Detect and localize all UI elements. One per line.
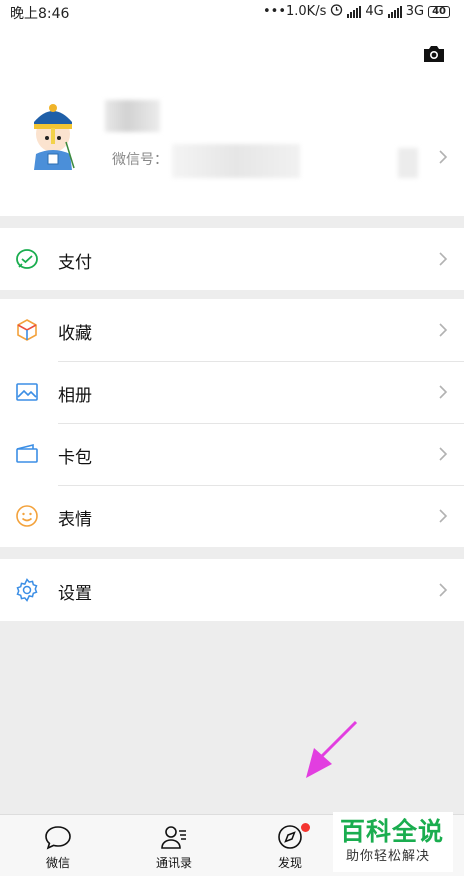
menu-item-pay[interactable]: 支付 xyxy=(0,228,464,290)
status-indicators: •••1.0K/s 4G 3G 40 xyxy=(263,3,450,20)
profile-header[interactable]: 微信号： xyxy=(0,24,464,216)
tab-contacts[interactable]: 通讯录 xyxy=(116,815,232,876)
watermark-logo: 百科全说 助你轻松解决 xyxy=(333,812,453,872)
chevron-right-icon xyxy=(439,252,448,266)
menu-item-favorites[interactable]: 收藏 xyxy=(0,299,464,361)
annotation-arrow-icon xyxy=(306,720,358,778)
menu-label-album: 相册 xyxy=(58,386,92,406)
chevron-right-icon xyxy=(439,509,448,523)
status-time: 晚上8:46 xyxy=(10,6,70,22)
settings-group: 设置 xyxy=(0,559,464,621)
network-speed: •••1.0K/s xyxy=(263,4,327,19)
menu-label-favorites: 收藏 xyxy=(58,324,92,344)
pay-icon xyxy=(15,247,39,271)
pay-group: 支付 xyxy=(0,228,464,290)
menu-item-stickers[interactable]: 表情 xyxy=(0,485,464,547)
signal-icon xyxy=(347,5,362,18)
avatar[interactable] xyxy=(22,98,84,174)
alarm-icon xyxy=(330,3,343,20)
menu-item-card-wallet[interactable]: 卡包 xyxy=(0,423,464,485)
card-wallet-icon xyxy=(15,442,39,466)
battery-indicator: 40 xyxy=(428,5,450,18)
tab-discover[interactable]: 发现 xyxy=(232,815,348,876)
network-type-1: 4G xyxy=(365,4,384,19)
chevron-right-icon xyxy=(439,150,448,164)
menu-label-stickers: 表情 xyxy=(58,510,92,530)
signal-icon-2 xyxy=(387,5,402,18)
watermark-title: 百科全说 xyxy=(340,817,445,846)
tab-chats[interactable]: 微信 xyxy=(0,815,116,876)
menu-label-settings: 设置 xyxy=(58,584,92,604)
status-bar: 晚上8:46 •••1.0K/s 4G 3G 40 xyxy=(0,0,464,24)
chevron-right-icon xyxy=(439,385,448,399)
notification-dot xyxy=(301,823,310,832)
features-group: 收藏 相册 卡包 表情 xyxy=(0,299,464,547)
network-type-2: 3G xyxy=(405,4,425,19)
smiley-icon xyxy=(15,504,39,528)
menu-label-pay: 支付 xyxy=(58,253,92,273)
nickname-redacted xyxy=(105,100,160,132)
chevron-right-icon xyxy=(439,323,448,337)
tab-label: 通讯录 xyxy=(155,856,192,870)
favorites-cube-icon xyxy=(15,318,39,342)
menu-item-album[interactable]: 相册 xyxy=(0,361,464,423)
watermark-subtitle: 助你轻松解决 xyxy=(346,849,431,864)
wechat-id-label: 微信号： xyxy=(112,152,168,168)
tab-label: 微信 xyxy=(45,856,70,870)
album-icon xyxy=(15,380,39,404)
chevron-right-icon xyxy=(439,447,448,461)
camera-icon[interactable] xyxy=(422,44,446,64)
chat-bubble-icon xyxy=(45,826,71,850)
menu-label-card-wallet: 卡包 xyxy=(58,448,92,468)
wechat-id-redacted xyxy=(172,144,300,178)
tab-label: 发现 xyxy=(277,856,302,870)
contacts-icon xyxy=(161,826,186,849)
gear-icon xyxy=(15,578,39,602)
qr-code-icon[interactable] xyxy=(398,148,418,178)
chevron-right-icon xyxy=(439,583,448,597)
menu-item-settings[interactable]: 设置 xyxy=(0,559,464,621)
